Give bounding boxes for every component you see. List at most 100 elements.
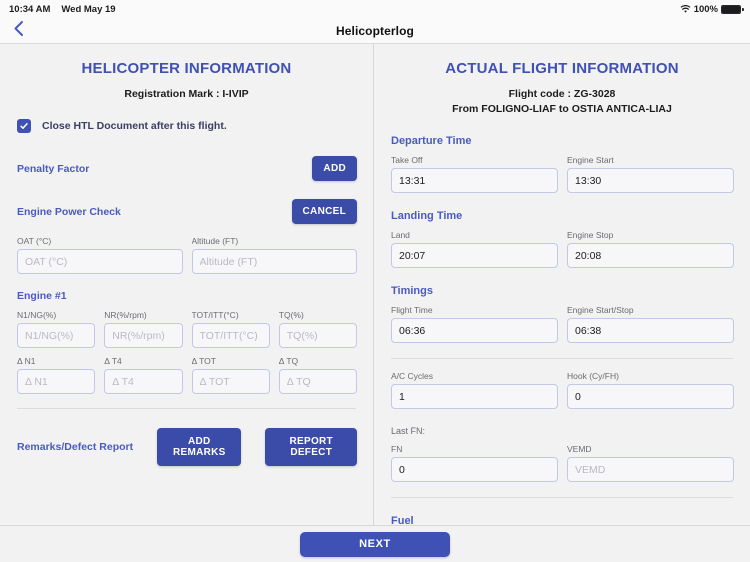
landing-time-heading: Landing Time [391,210,463,222]
footer-bar: NEXT [0,525,750,562]
cycles-row: A/C Cycles Hook (Cy/FH) [384,371,740,409]
flight-time-label: Flight Time [391,305,433,315]
landing-time-row: Land Engine Stop [384,230,740,268]
altitude-field: Altitude (FT) [191,236,357,274]
vemd-input[interactable] [567,457,734,482]
delta-tot-input[interactable] [191,369,270,394]
close-htl-checkbox-row[interactable]: Close HTL Document after this flight. [10,119,363,133]
flight-time-input[interactable] [391,318,558,343]
delta-tq-field: Δ TQ [278,356,357,394]
delta-t4-input[interactable] [104,369,183,394]
n1ng-input[interactable] [17,323,96,348]
status-date: Wed May 19 [61,3,116,15]
delta-fields-row: Δ N1 Δ T4 Δ TOT Δ TQ [10,356,363,394]
engine-start-input[interactable] [567,168,734,193]
engine-stop-input[interactable] [567,243,734,268]
engine-stop-field: Engine Stop [567,230,734,268]
engine-start-stop-input[interactable] [567,318,734,343]
land-input[interactable] [391,243,558,268]
page-title: Helicopterlog [336,23,414,38]
report-defect-button[interactable]: REPORT DEFECT [265,428,357,466]
nav-bar: Helicopterlog [0,18,750,44]
actual-flight-information-panel: ACTUAL FLIGHT INFORMATION Flight code : … [374,44,750,543]
engine-start-stop-field: Engine Start/Stop [567,305,734,343]
app-screen: 10:34 AM Wed May 19 100% Helicopterlog H… [0,0,750,562]
registration-mark: Registration Mark : I-IVIP [124,88,249,100]
nr-field: NR(%/rpm) [104,310,183,348]
flight-time-field: Flight Time [391,305,558,343]
remarks-row: Remarks/Defect Report ADD REMARKS REPORT… [10,428,363,466]
engine-power-check-row: Engine Power Check CANCEL [10,199,363,224]
fn-field: FN [391,444,558,482]
hook-input[interactable] [567,384,734,409]
close-htl-checkbox[interactable] [17,119,31,133]
n1ng-label: N1/NG(%) [17,310,57,320]
totitt-field: TOT/ITT(°C) [191,310,270,348]
penalty-factor-row: Penalty Factor ADD [10,156,363,181]
land-field: Land [391,230,558,268]
delta-n1-input[interactable] [17,369,96,394]
altitude-label: Altitude (FT) [191,236,239,246]
delta-t4-label: Δ T4 [104,356,122,366]
penalty-factor-label: Penalty Factor [17,162,90,175]
totitt-input[interactable] [191,323,270,348]
last-fn-heading: Last FN: [391,426,426,436]
take-off-input[interactable] [391,168,558,193]
status-time: 10:34 AM [9,3,51,15]
oat-input[interactable] [17,249,183,274]
hook-label: Hook (Cy/FH) [567,371,619,381]
next-button[interactable]: NEXT [300,531,450,557]
content-panels: HELICOPTER INFORMATION Registration Mark… [0,44,750,543]
vemd-field: VEMD [567,444,734,482]
delta-tq-label: Δ TQ [278,356,299,366]
delta-tq-input[interactable] [278,369,357,394]
battery-percent: 100% [693,3,718,15]
status-bar: 10:34 AM Wed May 19 100% [0,0,750,18]
delta-tot-field: Δ TOT [191,356,270,394]
ac-cycles-label: A/C Cycles [391,371,434,381]
engine-stop-label: Engine Stop [567,230,614,240]
left-panel-title: HELICOPTER INFORMATION [81,60,292,77]
remarks-label: Remarks/Defect Report [17,441,134,453]
cancel-engine-power-check-button[interactable]: CANCEL [291,199,357,224]
oat-field: OAT (°C) [17,236,183,274]
fn-input[interactable] [391,457,558,482]
wifi-icon [680,4,691,14]
add-remarks-button[interactable]: ADD REMARKS [157,428,242,466]
delta-n1-label: Δ N1 [17,356,36,366]
take-off-label: Take Off [391,155,423,165]
departure-time-row: Take Off Engine Start [384,155,740,193]
timings-row: Flight Time Engine Start/Stop [384,305,740,343]
engine-group-title: Engine #1 [17,290,67,302]
ac-cycles-input[interactable] [391,384,558,409]
tq-input[interactable] [278,323,357,348]
oat-label: OAT (°C) [17,236,52,246]
nr-label: NR(%/rpm) [104,310,147,320]
engine-start-label: Engine Start [567,155,614,165]
back-button[interactable] [5,18,31,43]
delta-tot-label: Δ TOT [191,356,216,366]
engine-fields-row: N1/NG(%) NR(%/rpm) TOT/ITT(°C) TQ(%) [10,310,363,348]
altitude-input[interactable] [191,249,357,274]
nr-input[interactable] [104,323,183,348]
engine-start-stop-label: Engine Start/Stop [567,305,634,315]
delta-t4-field: Δ T4 [104,356,183,394]
ac-cycles-field: A/C Cycles [391,371,558,409]
take-off-field: Take Off [391,155,558,193]
land-label: Land [391,230,410,240]
n1ng-field: N1/NG(%) [17,310,96,348]
tq-field: TQ(%) [278,310,357,348]
check-icon [20,123,28,129]
timings-heading: Timings [391,285,433,297]
flight-code: Flight code : ZG-3028 [508,88,616,100]
close-htl-label: Close HTL Document after this flight. [42,120,227,132]
right-panel-divider-1 [391,358,733,359]
ambient-fields-row: OAT (°C) Altitude (FT) [10,236,363,274]
delta-n1-field: Δ N1 [17,356,96,394]
engine-start-field: Engine Start [567,155,734,193]
right-panel-title: ACTUAL FLIGHT INFORMATION [445,60,679,77]
fn-label: FN [391,444,403,454]
status-bar-left: 10:34 AM Wed May 19 [9,4,116,15]
helicopter-information-panel: HELICOPTER INFORMATION Registration Mark… [0,44,373,543]
add-penalty-factor-button[interactable]: ADD [312,156,357,181]
